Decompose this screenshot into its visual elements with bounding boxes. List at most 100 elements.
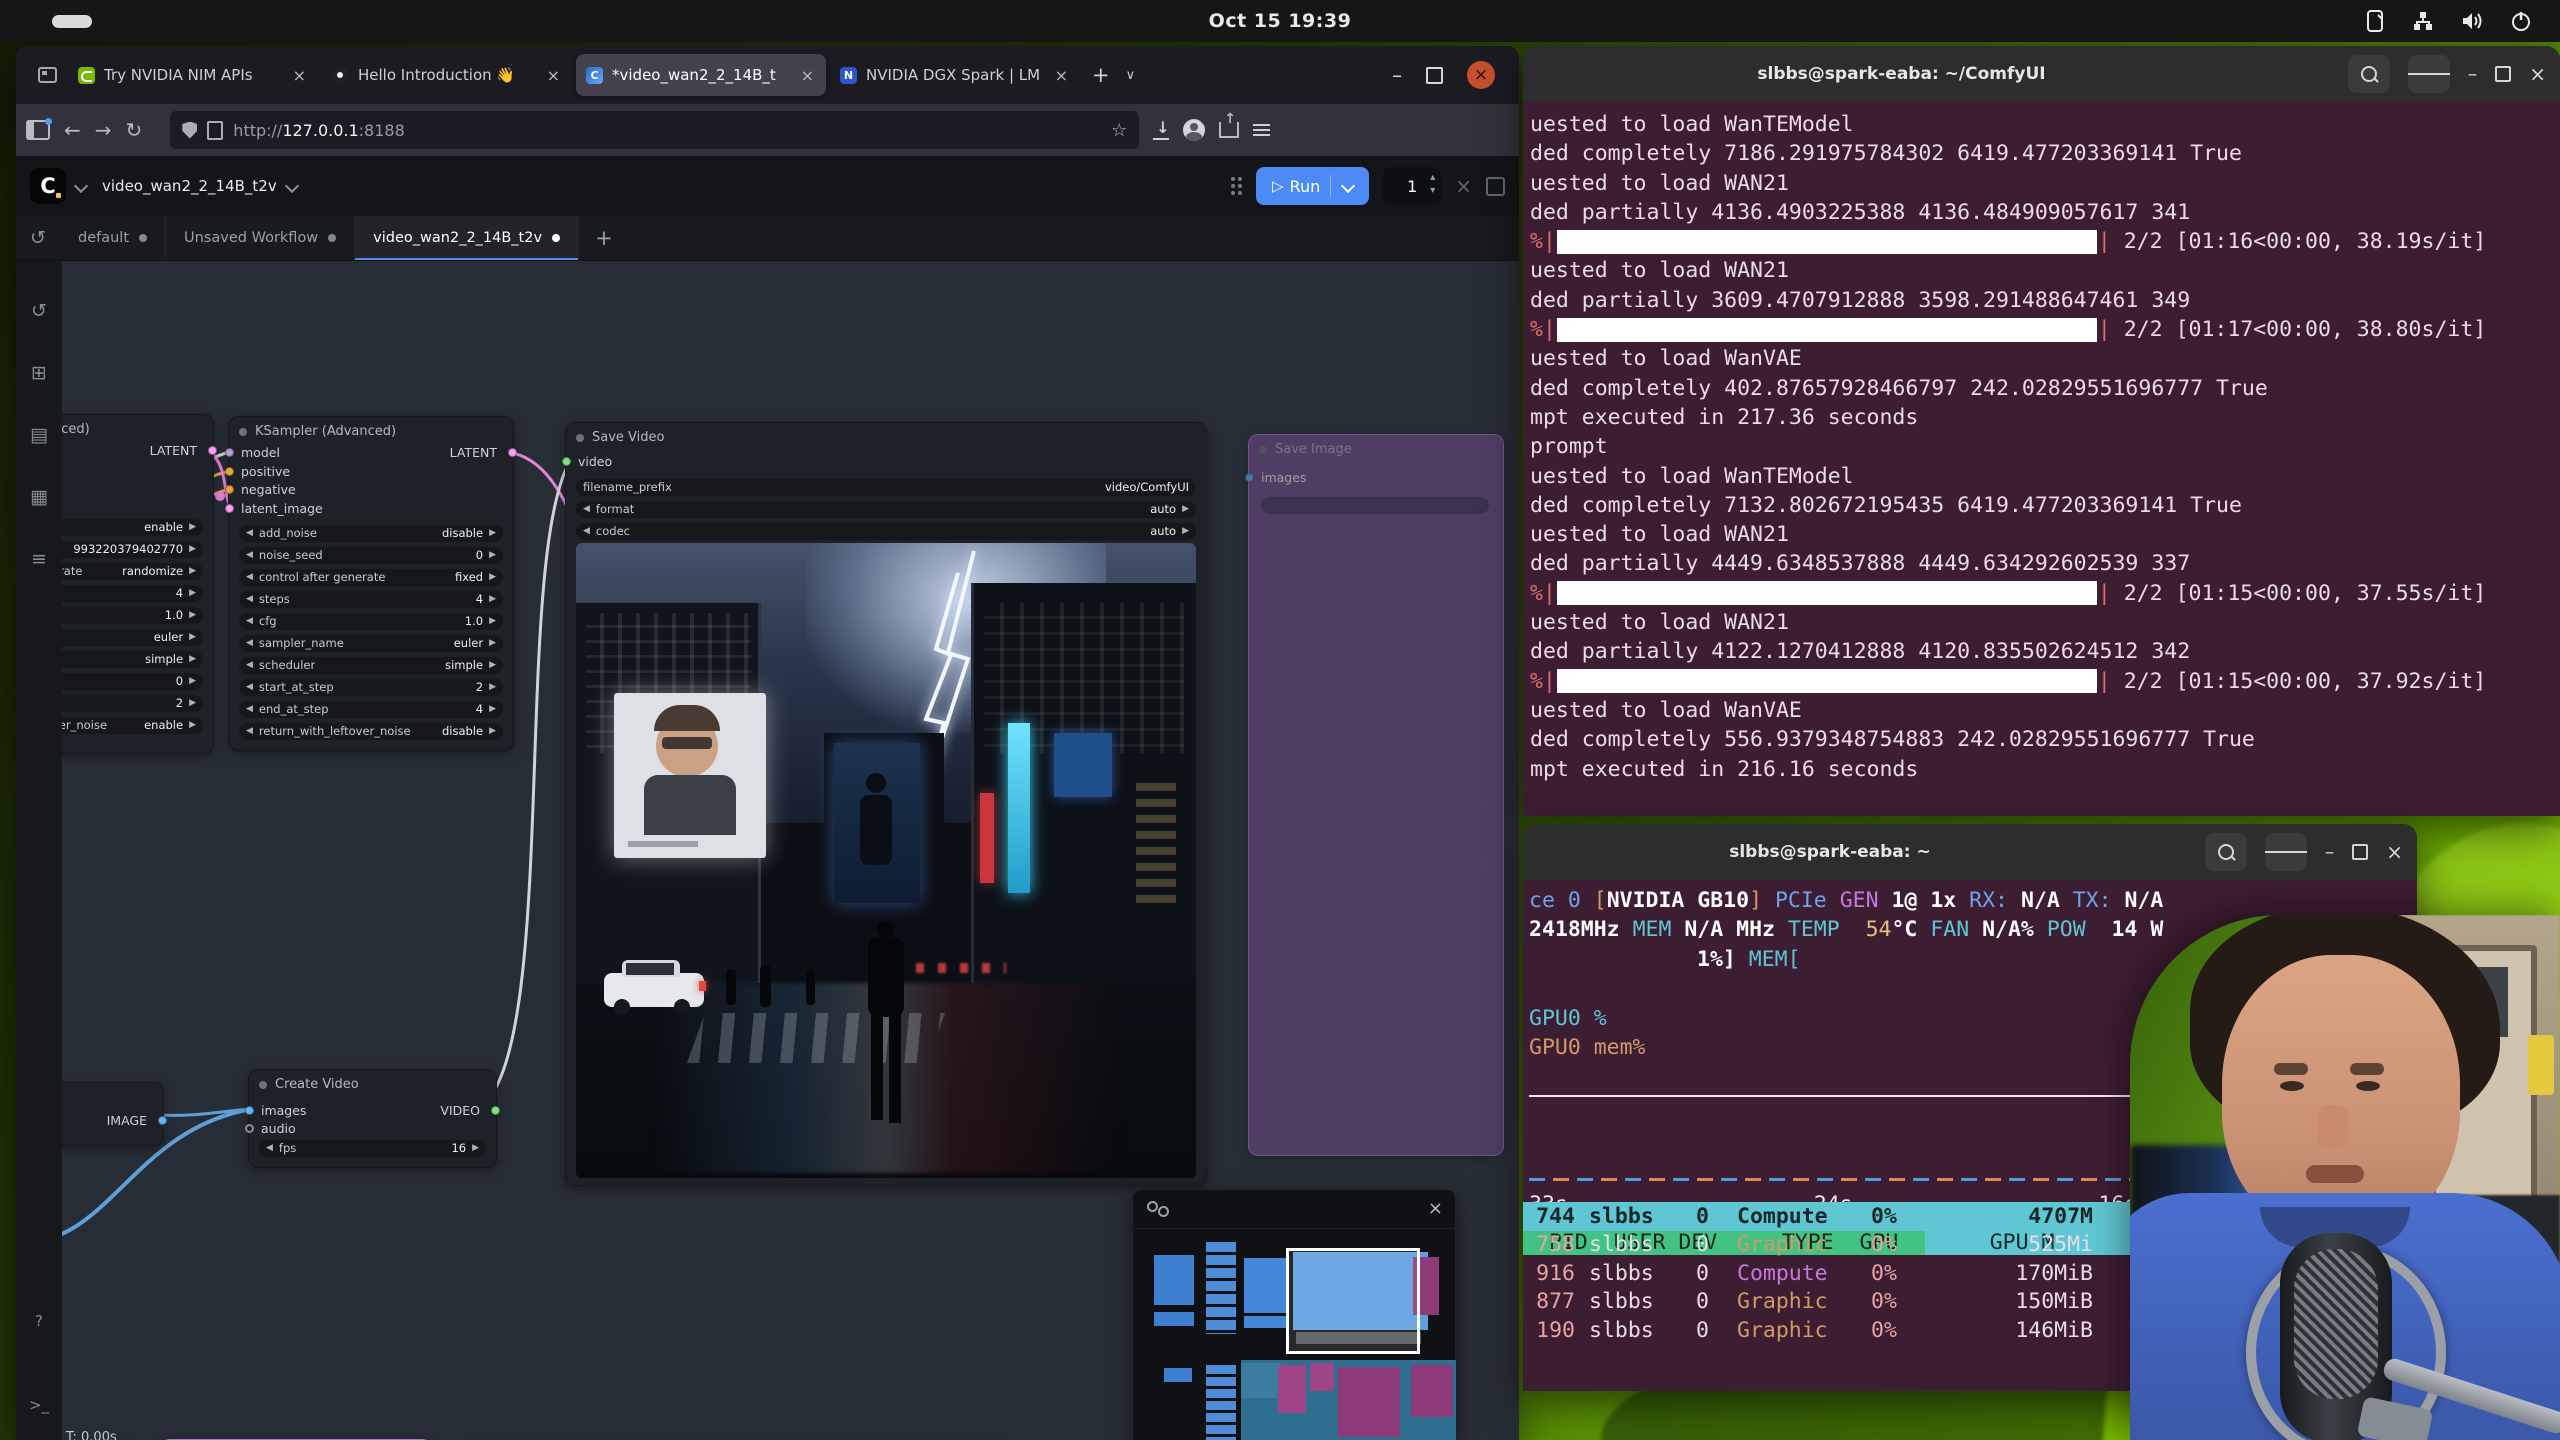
terminal-header[interactable]: slbbs@spark-eaba: ~/ComfyUI – × [1523, 46, 2560, 102]
tab-close-icon[interactable]: × [1053, 66, 1070, 85]
sidebar-assets-icon[interactable]: ⊞ [31, 362, 47, 384]
power-icon[interactable] [2510, 10, 2532, 32]
batch-count-stepper[interactable]: 1 ▴▾ [1383, 167, 1441, 205]
terminal-line: uested to load WanVAE [1530, 344, 2560, 373]
terminal-close-button[interactable]: × [2529, 62, 2546, 86]
tab-close-icon[interactable]: × [799, 66, 816, 85]
tab-label: Try NVIDIA NIM APIs [104, 66, 282, 84]
terminal-line: uested to load WanTEModel [1530, 110, 2560, 139]
tracking-protection-icon[interactable] [182, 122, 197, 139]
sidebar-toggle-icon[interactable] [26, 120, 50, 140]
forward-icon[interactable]: → [95, 118, 112, 142]
terminal-line: ded partially 4449.6348537888 4449.63429… [1530, 549, 2560, 578]
workflow-history-icon[interactable]: ↺ [16, 216, 60, 260]
url-text[interactable]: http://127.0.0.1:8188 [233, 121, 404, 140]
workflow-chevron-icon[interactable] [285, 179, 299, 193]
node-canvas[interactable]: anced) LATENT enable▶993220379402770▶era… [16, 260, 1519, 1440]
terminal-menu-button[interactable] [2265, 833, 2307, 871]
downloads-icon[interactable] [1153, 122, 1169, 138]
account-icon[interactable] [1183, 119, 1205, 141]
terminal-line: uested to load WAN21 [1530, 256, 2560, 285]
terminal-panel-icon[interactable]: >_ [29, 1396, 49, 1414]
tablet-icon[interactable] [2366, 9, 2386, 33]
help-icon[interactable]: ? [35, 1312, 43, 1330]
bookmark-star-icon[interactable]: ☆ [1111, 120, 1127, 141]
stepper-arrows-icon[interactable]: ▴▾ [1430, 171, 1435, 197]
volume-icon[interactable] [2460, 10, 2484, 32]
terminal-line: ded partially 4122.1270412888 4120.83550… [1530, 637, 2560, 666]
browser-menu-icon[interactable] [1253, 124, 1270, 136]
terminal-maximize-button[interactable] [2495, 66, 2511, 82]
sidebar-node-library-icon[interactable]: ▤ [30, 424, 48, 446]
new-tab-button[interactable]: + [1092, 63, 1110, 87]
terminal-line: uested to load WanTEModel [1530, 462, 2560, 491]
back-icon[interactable]: ← [64, 118, 81, 142]
terminal-search-button[interactable] [2348, 55, 2390, 93]
minimap-viewport[interactable] [1286, 1248, 1420, 1354]
tab-close-icon[interactable]: × [545, 66, 562, 85]
run-options-chevron-icon[interactable] [1341, 179, 1355, 193]
browser-tab-2[interactable]: C*video_wan2_2_14B_t× [576, 54, 826, 96]
progress-bar [1557, 230, 2097, 254]
sidebar-workflows-icon[interactable]: ↺ [31, 300, 47, 322]
cancel-run-icon[interactable]: × [1455, 174, 1472, 198]
terminal-line: ded completely 402.87657928466797 242.02… [1530, 374, 2560, 403]
tab-label: NVIDIA DGX Spark | LM [866, 66, 1044, 84]
window-minimize-button[interactable]: – [1392, 63, 1402, 87]
comfyui-app: C video_wan2_2_14B_t2v ▷ Run 1 ▴▾ [16, 156, 1519, 1440]
run-button[interactable]: ▷ Run [1256, 167, 1369, 205]
minimap-close-icon[interactable]: × [1428, 1198, 1443, 1219]
page-info-icon[interactable] [207, 121, 223, 140]
terminal-line: ded partially 4136.4903225388 4136.48490… [1530, 198, 2560, 227]
terminal-comfyui-window: slbbs@spark-eaba: ~/ComfyUI – × uested t… [1523, 46, 2560, 816]
workflow-tab-0[interactable]: default [60, 216, 166, 260]
window-close-button[interactable]: × [1467, 61, 1495, 89]
share-icon[interactable] [1219, 122, 1239, 138]
hello-icon [332, 67, 349, 84]
terminal-minimize-button[interactable]: – [2468, 63, 2478, 85]
terminal-menu-button[interactable] [2408, 55, 2450, 93]
nvidia-icon [78, 67, 95, 84]
drag-handle-icon[interactable] [1231, 177, 1242, 195]
terminal-title: slbbs@spark-eaba: ~ [1523, 842, 2137, 862]
sidebar-model-library-icon[interactable]: ▦ [30, 486, 48, 508]
sidebar-queue-icon[interactable]: ≡ [31, 548, 47, 570]
workflow-tab-bar: ↺ defaultUnsaved Workflowvideo_wan2_2_14… [16, 216, 1519, 261]
comfyui-sidebar: ↺ ⊞ ▤ ▦ ≡? >_ [16, 260, 62, 1440]
url-bar[interactable]: http://127.0.0.1:8188 ☆ [170, 111, 1139, 149]
system-clock[interactable]: Oct 15 19:39 [0, 0, 2560, 42]
workflow-tab-2[interactable]: video_wan2_2_14B_t2v [355, 216, 579, 260]
terminal-maximize-button[interactable] [2352, 844, 2368, 860]
new-workflow-button[interactable]: + [579, 216, 629, 260]
comfyui-logo[interactable]: C [30, 168, 66, 204]
workflow-tab-1[interactable]: Unsaved Workflow [166, 216, 355, 260]
minimap-panel[interactable]: × [1133, 1190, 1455, 1440]
terminal-output[interactable]: uested to load WanTEModel ded completely … [1523, 102, 2560, 816]
progress-bar [1557, 318, 2097, 342]
tab-list-chevron-icon[interactable]: ∨ [1126, 68, 1136, 83]
nvtop-info-line: 1%] MEM[ [1529, 945, 2163, 974]
nvtop-info-line: ce 0 [NVIDIA GB10] PCIe GEN 1@ 1x RX: N/… [1529, 886, 2163, 915]
reload-icon[interactable]: ↻ [126, 118, 143, 142]
terminal-header[interactable]: slbbs@spark-eaba: ~ – × [1523, 824, 2417, 880]
browser-tab-3[interactable]: N NVIDIA DGX Spark | LM × [830, 54, 1080, 96]
workflow-title[interactable]: video_wan2_2_14B_t2v [102, 177, 277, 195]
system-top-bar: Oct 15 19:39 [0, 0, 2560, 42]
terminal-line: mpt executed in 216.16 seconds [1530, 755, 2560, 784]
tab-label: *video_wan2_2_14B_t [612, 66, 790, 84]
dgx-icon: N [840, 67, 857, 84]
terminal-search-button[interactable] [2205, 833, 2247, 871]
terminal-line: uested to load WAN21 [1530, 169, 2560, 198]
clear-queue-icon[interactable] [1486, 177, 1505, 196]
terminal-line: ded completely 556.9379348754883 242.028… [1530, 725, 2560, 754]
logo-chevron-icon[interactable] [74, 179, 88, 193]
terminal-title: slbbs@spark-eaba: ~/ComfyUI [1523, 64, 2280, 84]
firefox-view-icon[interactable] [32, 60, 62, 90]
browser-tab-1[interactable]: Hello Introduction 👋× [322, 54, 572, 96]
browser-tab-0[interactable]: Try NVIDIA NIM APIs × [68, 54, 318, 96]
window-maximize-button[interactable] [1426, 67, 1443, 84]
tab-close-icon[interactable]: × [291, 66, 308, 85]
terminal-close-button[interactable]: × [2386, 840, 2403, 864]
network-icon[interactable] [2412, 10, 2434, 32]
terminal-minimize-button[interactable]: – [2325, 841, 2335, 863]
